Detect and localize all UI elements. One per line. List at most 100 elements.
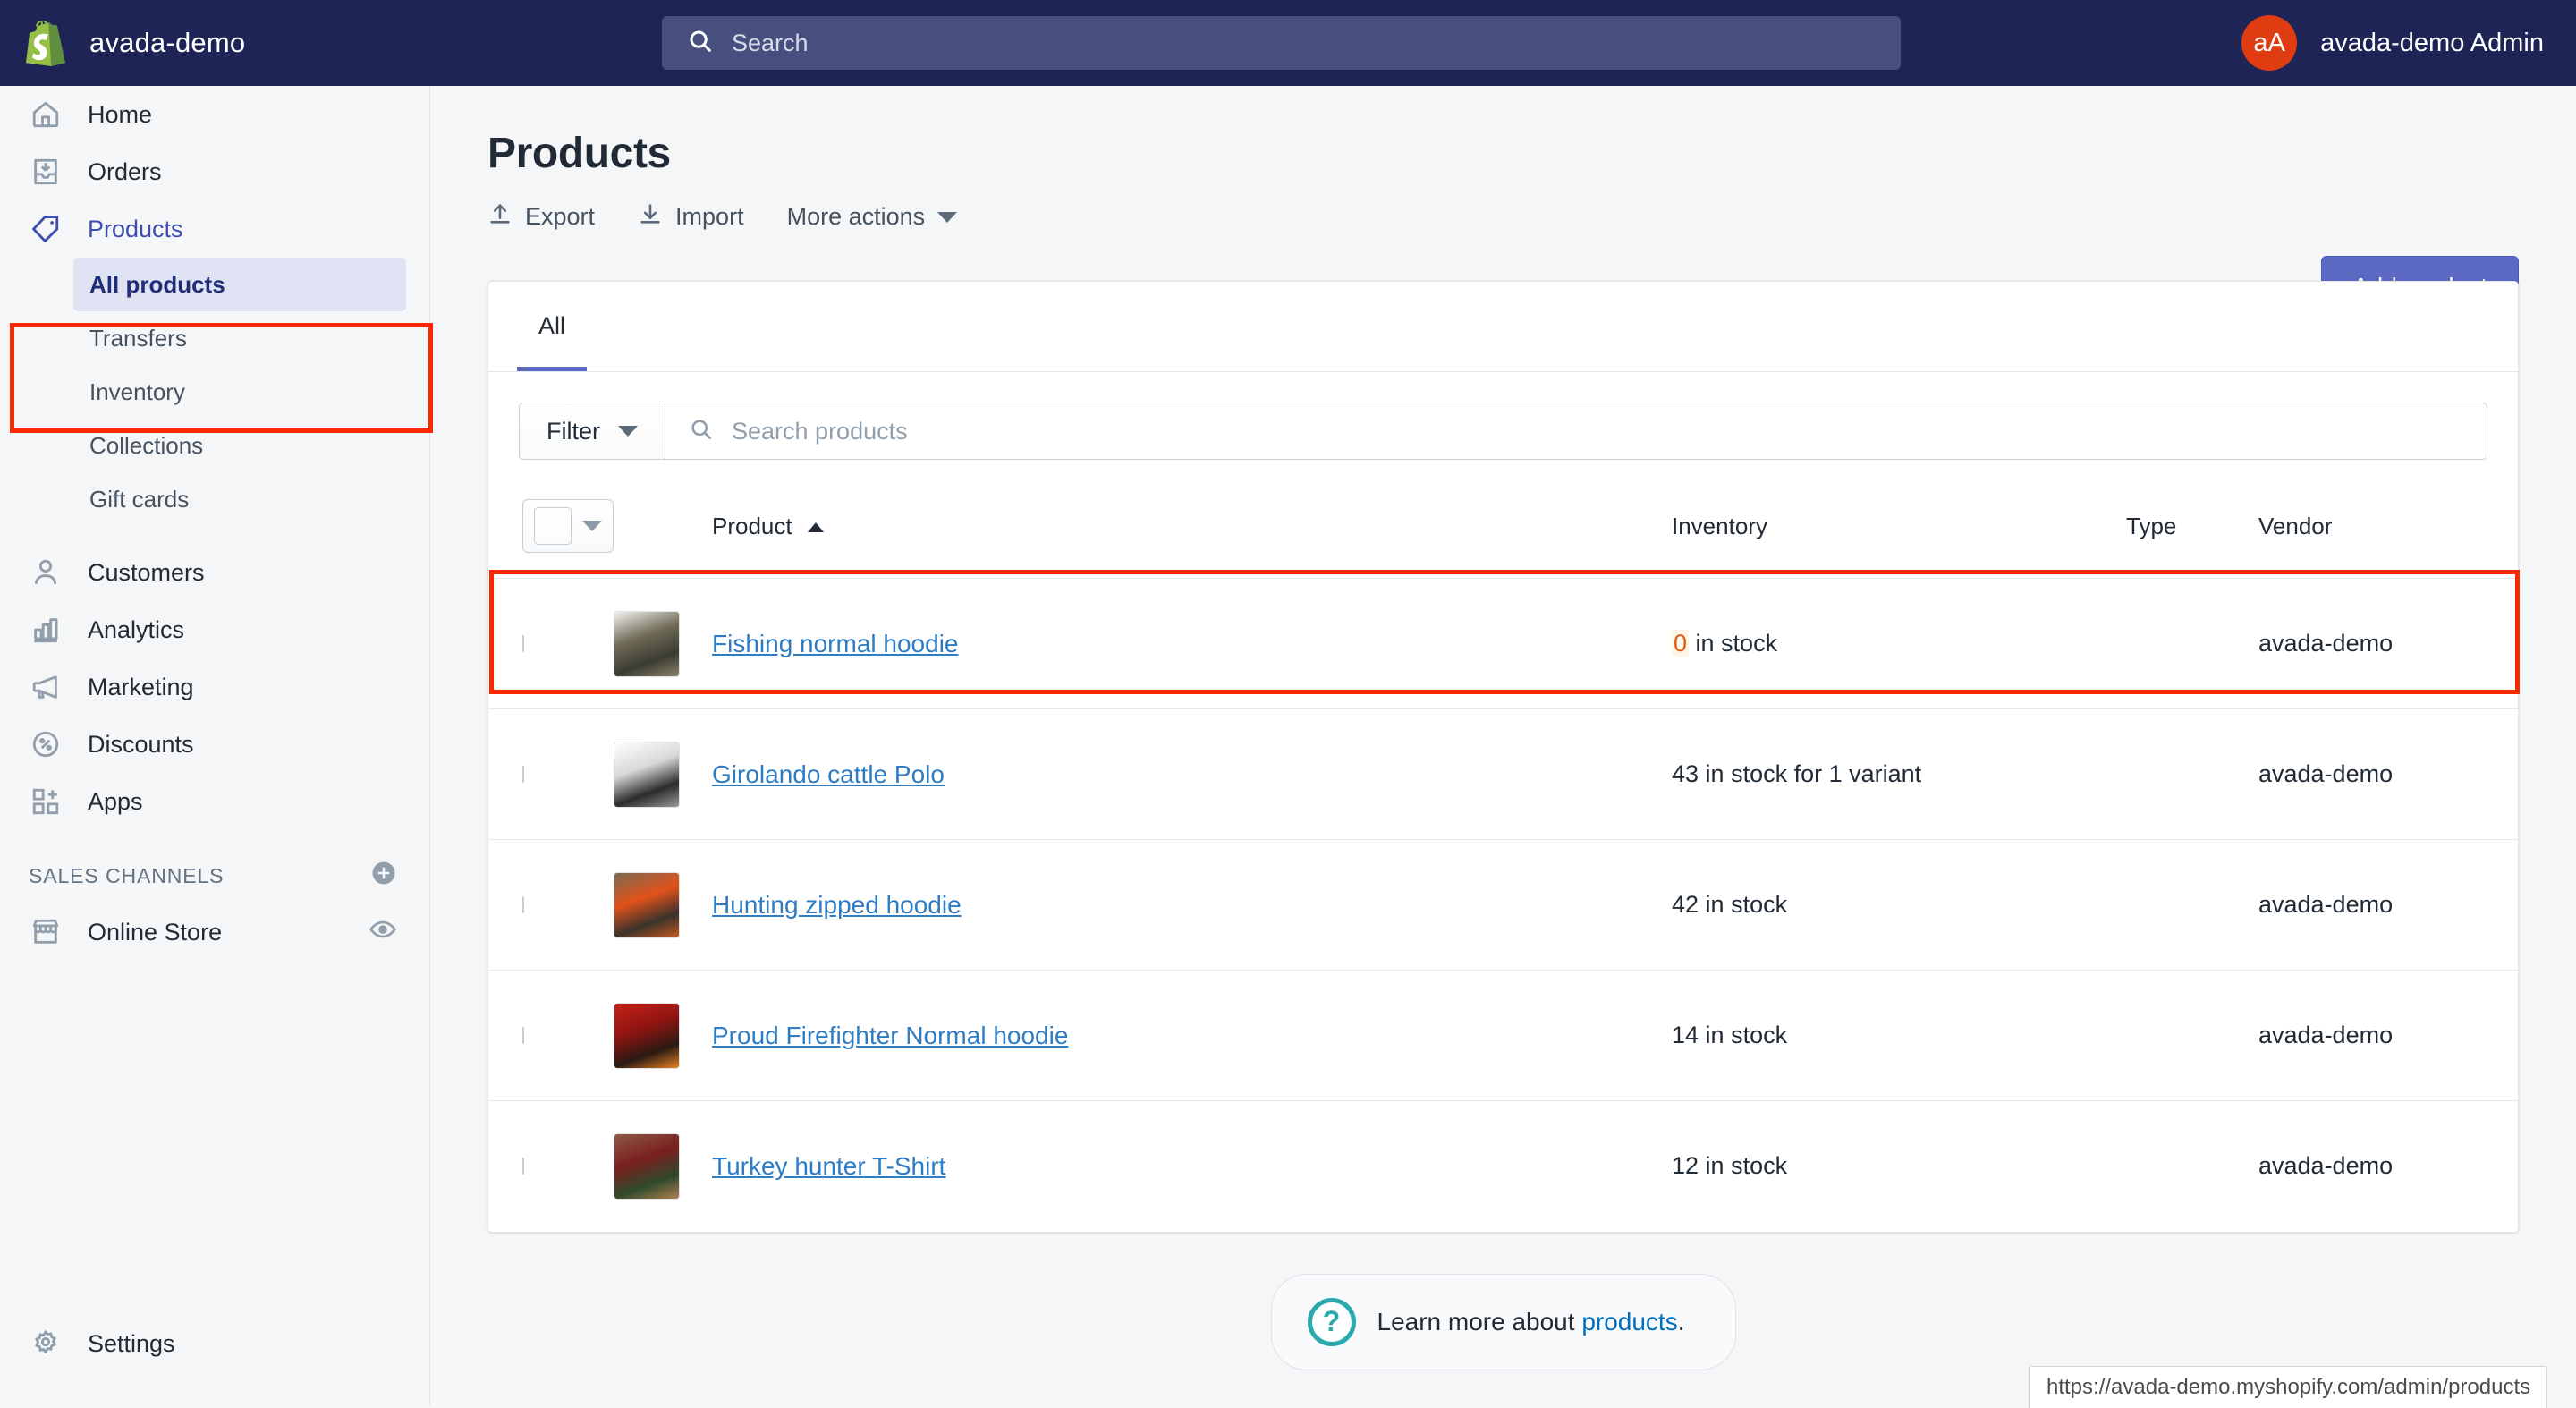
- eye-icon[interactable]: [369, 915, 397, 950]
- settings-row: Settings: [0, 1315, 429, 1372]
- select-all-checkbox[interactable]: [534, 507, 572, 545]
- plus-circle-icon[interactable]: [370, 860, 397, 892]
- sidebar-subitem-collections[interactable]: Collections: [73, 419, 406, 472]
- import-button[interactable]: Import: [638, 201, 744, 233]
- inventory-count: 42: [1672, 891, 1699, 918]
- row-checkbox[interactable]: [522, 634, 524, 652]
- sidebar-item-apps[interactable]: Apps: [0, 773, 429, 830]
- sidebar-item-products[interactable]: Products: [0, 200, 429, 258]
- row-checkbox[interactable]: [522, 1157, 524, 1175]
- table-row[interactable]: Girolando cattle Polo 43 in stock for 1 v…: [488, 708, 2518, 840]
- export-up-arrow-icon: [487, 201, 513, 233]
- inventory-text: 12 in stock: [1672, 1152, 1787, 1179]
- table-row[interactable]: Proud Firefighter Normal hoodie 14 in sto…: [488, 970, 2518, 1101]
- sidebar-item-analytics[interactable]: Analytics: [0, 601, 429, 658]
- row-select-cell: [488, 708, 614, 840]
- row-product-cell: Girolando cattle Polo: [712, 708, 1672, 840]
- sidebar-item-label: Analytics: [88, 615, 185, 643]
- product-name-link[interactable]: Fishing normal hoodie: [712, 630, 959, 657]
- table-row[interactable]: Hunting zipped hoodie 42 in stock avada-de…: [488, 839, 2518, 971]
- sidebar-subitem-inventory[interactable]: Inventory: [73, 365, 406, 419]
- row-checkbox[interactable]: [522, 765, 524, 783]
- row-product-cell: Fishing normal hoodie: [712, 578, 1672, 709]
- question-circle-icon: ?: [1307, 1297, 1356, 1346]
- global-search-input[interactable]: Search: [662, 16, 1901, 70]
- sidebar-item-label: Home: [88, 100, 153, 128]
- import-down-arrow-icon: [638, 201, 663, 233]
- tab-bar: All: [488, 282, 2518, 372]
- row-vendor-cell: avada-demo: [2258, 839, 2518, 971]
- sidebar-subitem-all-products[interactable]: All products: [73, 258, 406, 311]
- product-thumbnail: [614, 1002, 680, 1069]
- sidebar-item-label: Online Store: [88, 918, 223, 946]
- row-product-cell: Proud Firefighter Normal hoodie: [712, 970, 1672, 1101]
- chevron-down-icon: [618, 426, 638, 437]
- type-column-label: Type: [2126, 512, 2177, 539]
- products-link[interactable]: products: [1581, 1308, 1677, 1336]
- analytics-bar-chart-icon: [29, 613, 63, 647]
- sidebar-subitem-label: All products: [89, 270, 225, 298]
- row-vendor-cell: avada-demo: [2258, 1100, 2518, 1232]
- row-checkbox[interactable]: [522, 895, 524, 913]
- checkbox-dropdown-icon[interactable]: [522, 499, 614, 553]
- filter-button[interactable]: Filter: [519, 403, 665, 460]
- product-name-link[interactable]: Turkey hunter T-Shirt: [712, 1152, 945, 1180]
- product-name-link[interactable]: Girolando cattle Polo: [712, 760, 945, 788]
- search-icon: [687, 28, 714, 59]
- inventory-text: 0 in stock: [1672, 630, 1777, 657]
- sidebar-item-settings[interactable]: Settings: [0, 1315, 429, 1372]
- filter-label: Filter: [547, 417, 600, 445]
- row-product-cell: Turkey hunter T-Shirt: [712, 1100, 1672, 1232]
- sidebar-item-discounts[interactable]: Discounts: [0, 716, 429, 773]
- tab-all[interactable]: All: [517, 282, 588, 371]
- product-name-link[interactable]: Proud Firefighter Normal hoodie: [712, 1022, 1068, 1049]
- sidebar-item-label: Marketing: [88, 673, 194, 700]
- sidebar-item-home[interactable]: Home: [0, 86, 429, 143]
- vendor-text: avada-demo: [2258, 1022, 2394, 1048]
- row-vendor-cell: avada-demo: [2258, 578, 2518, 709]
- chevron-down-icon[interactable]: [582, 521, 602, 531]
- product-column-header[interactable]: Product: [712, 487, 1672, 579]
- sidebar-item-marketing[interactable]: Marketing: [0, 658, 429, 716]
- vendor-column-header: Vendor: [2258, 487, 2518, 579]
- table-row[interactable]: Fishing normal hoodie 0 in stock avada-dem…: [488, 578, 2518, 709]
- caret-up-icon: [807, 522, 824, 533]
- sidebar-item-label: Products: [88, 215, 183, 242]
- row-select-cell: [488, 839, 614, 971]
- inventory-suffix: in stock: [1699, 1022, 1788, 1048]
- row-checkbox[interactable]: [522, 1026, 524, 1044]
- main-content: Products Export Import More actions All …: [430, 86, 2576, 1404]
- inventory-count: 14: [1672, 1022, 1699, 1048]
- row-thumbnail-cell: [614, 708, 712, 840]
- user-menu[interactable]: aA avada-demo Admin: [2241, 0, 2544, 86]
- filter-row: Filter Search products: [488, 372, 2518, 460]
- more-actions-button[interactable]: More actions: [787, 203, 958, 231]
- export-label: Export: [525, 203, 596, 230]
- thumbnail-header: [614, 487, 712, 579]
- table-row[interactable]: Turkey hunter T-Shirt 12 in stock avada-de…: [488, 1100, 2518, 1232]
- sidebar-item-online-store[interactable]: Online Store: [0, 903, 429, 961]
- row-select-cell: [488, 1100, 614, 1232]
- footer-text-before: Learn more about: [1377, 1307, 1582, 1336]
- page-actions: Export Import More actions: [487, 201, 2519, 233]
- search-products-input[interactable]: Search products: [665, 403, 2487, 460]
- row-inventory-cell: 14 in stock: [1672, 970, 2126, 1101]
- products-table-body: Fishing normal hoodie 0 in stock avada-dem…: [488, 578, 2518, 1232]
- sidebar-subitem-transfers[interactable]: Transfers: [73, 311, 406, 365]
- sidebar-item-customers[interactable]: Customers: [0, 544, 429, 601]
- sales-channels-label: SALES CHANNELS: [29, 863, 225, 887]
- brand-name: avada-demo: [89, 27, 246, 58]
- avatar: aA: [2241, 15, 2298, 71]
- sidebar-item-orders[interactable]: Orders: [0, 143, 429, 200]
- sidebar-subitem-label: Collections: [89, 431, 204, 459]
- status-bar-url: https://avada-demo.myshopify.com/admin/p…: [2029, 1366, 2548, 1408]
- row-type-cell: [2126, 839, 2258, 971]
- export-button[interactable]: Export: [487, 201, 595, 233]
- sidebar-subitem-gift-cards[interactable]: Gift cards: [73, 472, 406, 526]
- inventory-suffix: in stock: [1699, 1152, 1788, 1180]
- inventory-text: 42 in stock: [1672, 891, 1787, 918]
- sidebar-item-label: Apps: [88, 787, 143, 815]
- product-name-link[interactable]: Hunting zipped hoodie: [712, 891, 962, 919]
- brand-area[interactable]: avada-demo: [0, 20, 662, 66]
